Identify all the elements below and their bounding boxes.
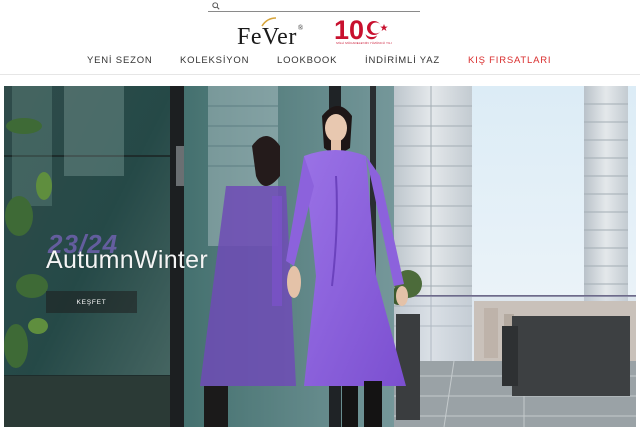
hero-banner[interactable]: 23/24 AutumnWinter KEŞFET (4, 86, 636, 427)
search-icon[interactable] (210, 0, 222, 12)
fever-swoosh-icon (261, 17, 277, 27)
nav-item-yeni-sezon[interactable]: YENİ SEZON (87, 55, 153, 66)
fever-logo[interactable]: FeVer® (237, 17, 304, 50)
nav-divider (0, 74, 640, 75)
search-bar[interactable] (208, 0, 420, 12)
nav-item-kis-firsatlari[interactable]: KIŞ FIRSATLARI (468, 55, 551, 66)
registered-mark: ® (297, 24, 304, 32)
centennial-logo: 100 MİLLİ MÜCADELE'NİN YÜZÜNCÜ YILI (332, 13, 396, 49)
search-input[interactable] (222, 0, 412, 11)
main-nav: YENİ SEZON KOLEKSİYON LOOKBOOK İNDİRİMLİ… (0, 55, 640, 69)
nav-item-koleksiyon[interactable]: KOLEKSİYON (180, 55, 249, 66)
nav-item-indirimli-yaz[interactable]: İNDİRİMLİ YAZ (365, 55, 440, 66)
fever-logo-text: FeVer (237, 24, 297, 50)
kesfet-button[interactable]: KEŞFET (46, 291, 137, 313)
hero-title: AutumnWinter (46, 246, 208, 274)
nav-item-lookbook[interactable]: LOOKBOOK (277, 55, 337, 66)
centennial-caption: MİLLİ MÜCADELE'NİN YÜZÜNCÜ YILI (336, 41, 392, 45)
